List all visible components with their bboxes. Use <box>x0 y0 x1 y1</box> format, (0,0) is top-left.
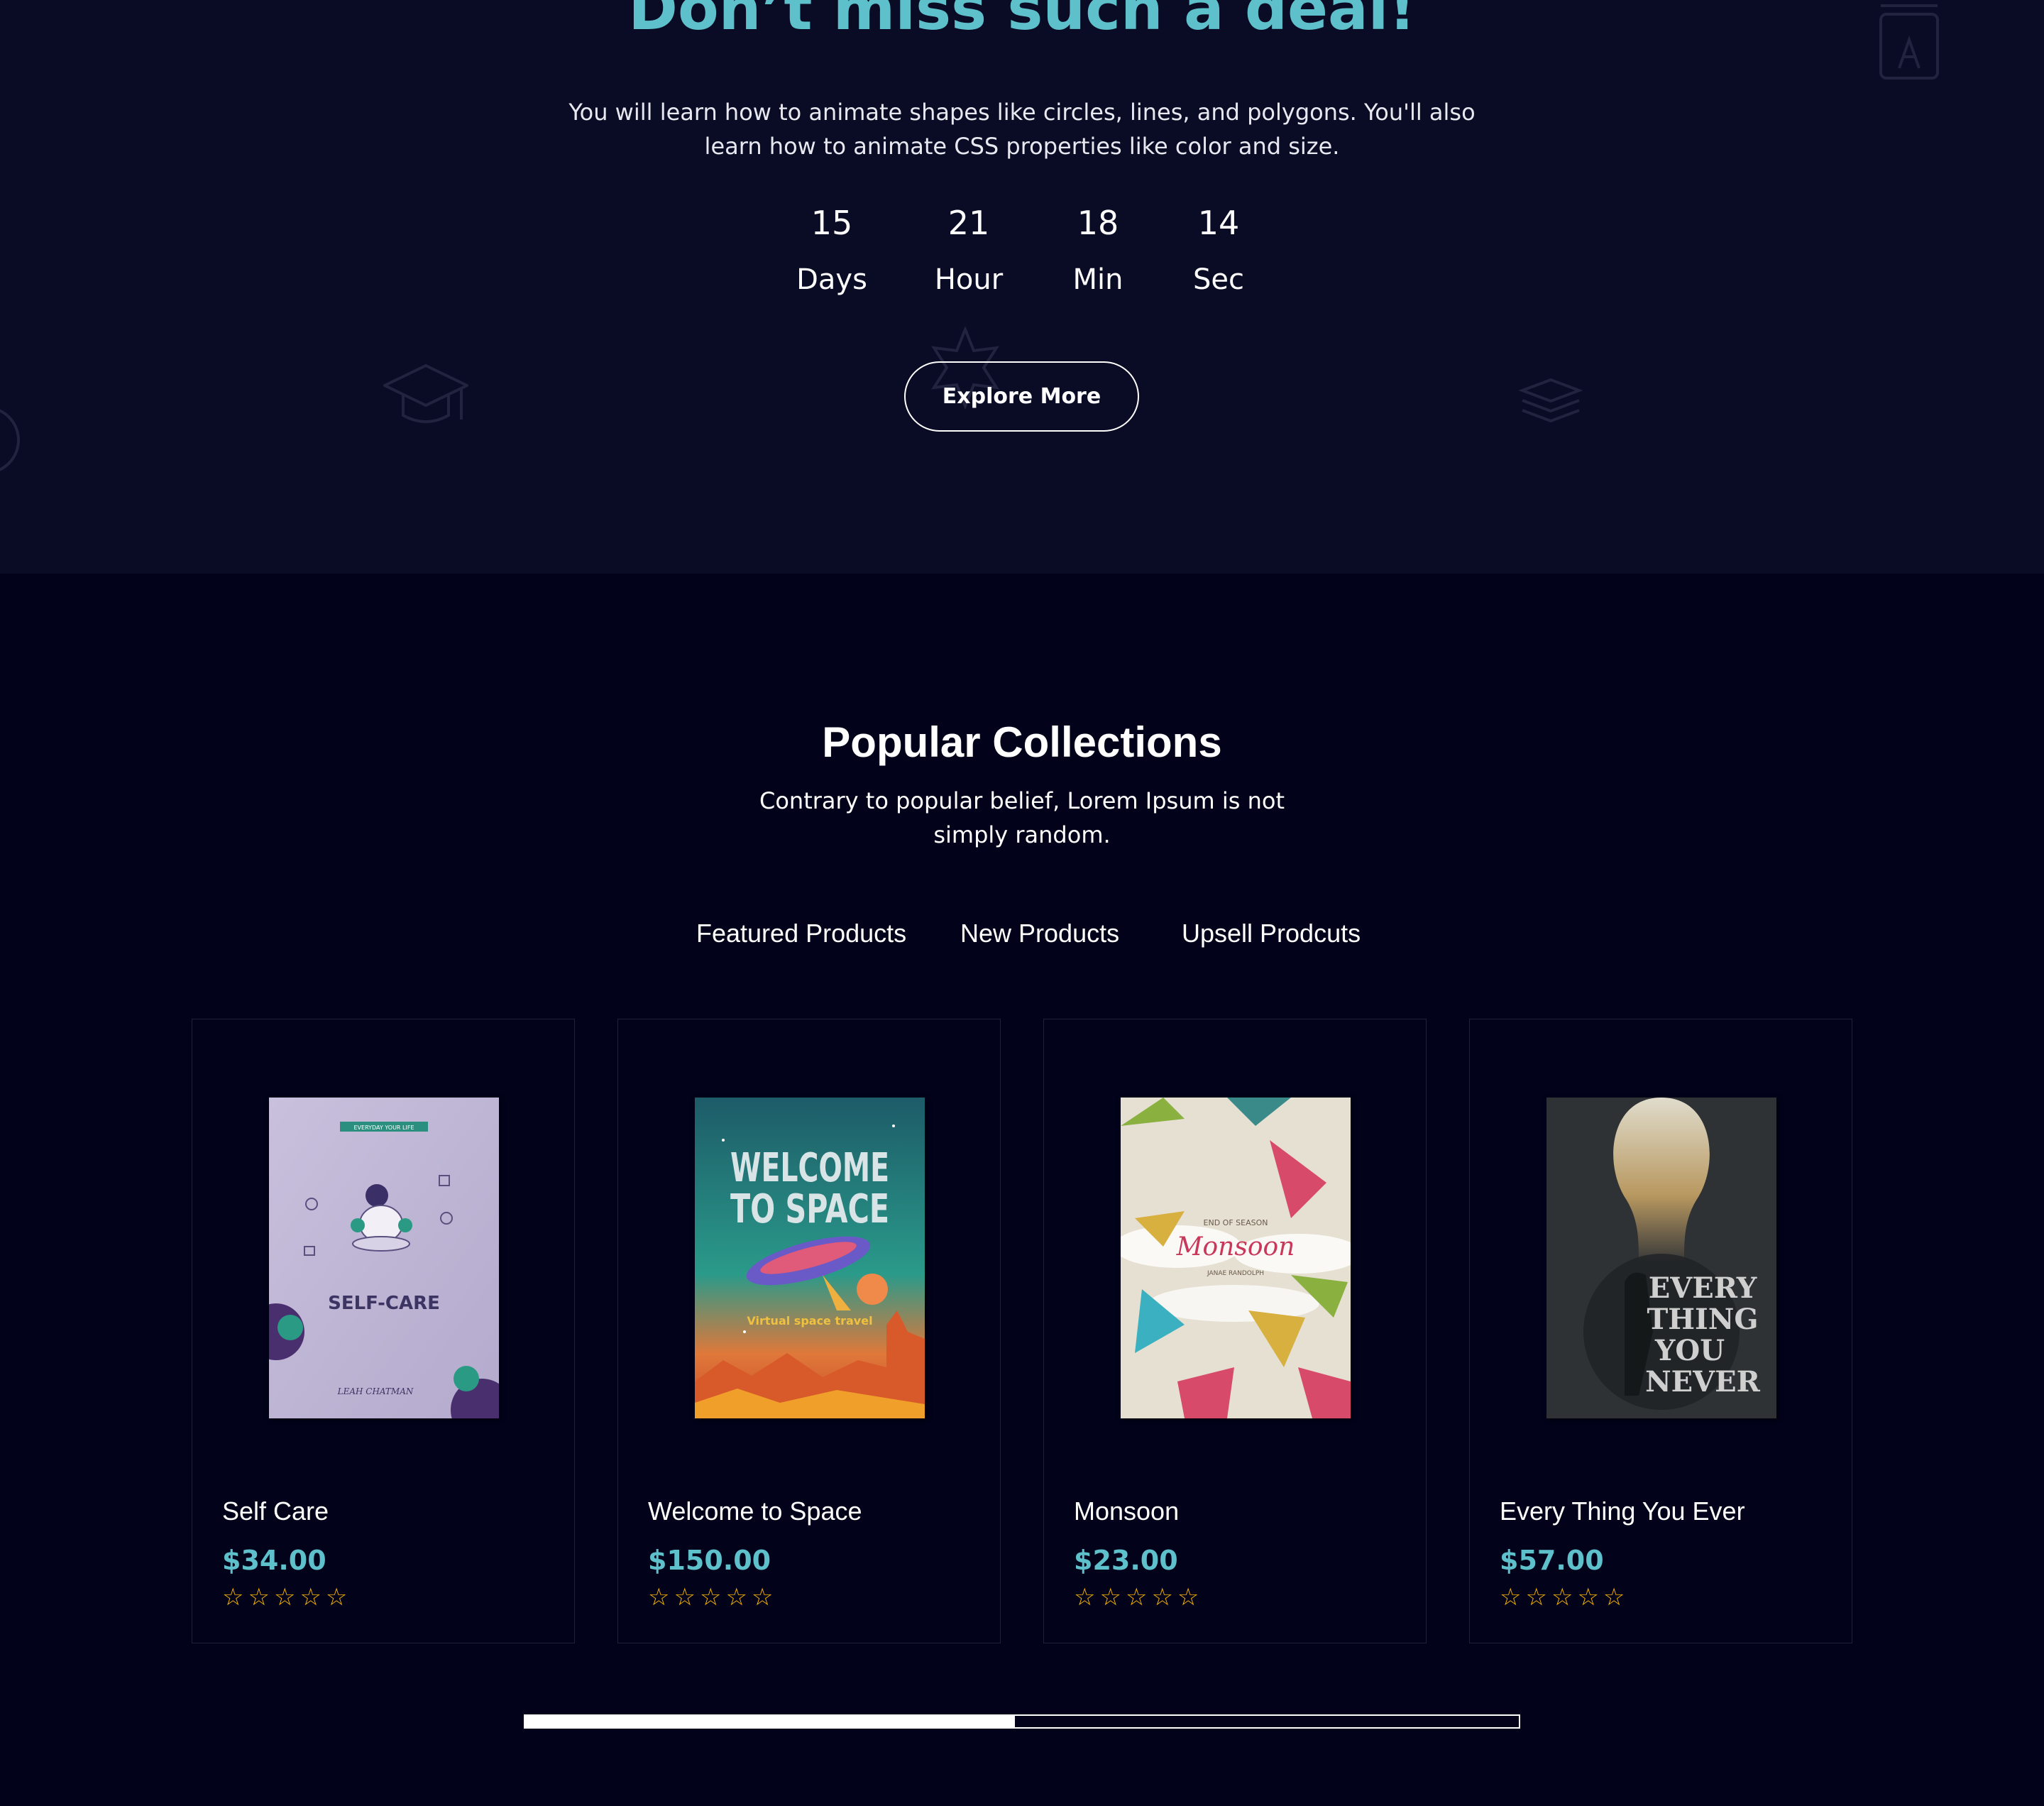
product-price: $150.00 <box>648 1545 771 1576</box>
product-price: $57.00 <box>1500 1545 1604 1576</box>
countdown-seconds: 14 Sec <box>1148 202 1290 301</box>
product-name[interactable]: Self Care <box>222 1494 329 1529</box>
books-stack-icon <box>1519 378 1583 423</box>
carousel-scrollbar[interactable] <box>524 1714 1520 1729</box>
product-card-welcome-to-space[interactable]: WELCOME TO SPACE Virtual space travel We… <box>617 1019 1001 1643</box>
deal-title: Don’t miss such a deal! <box>628 0 1416 43</box>
self-care-cover-title: SELF-CARE <box>328 1293 440 1314</box>
every-thing-cover-art: EVERY THING YOU NEVER <box>1546 1098 1776 1418</box>
welcome-to-space-cover-subtitle: Virtual space travel <box>747 1314 872 1328</box>
explore-more-button[interactable]: Explore More <box>904 361 1139 432</box>
countdown-days-value: 15 <box>811 204 853 242</box>
every-thing-cover-line1: EVERY <box>1649 1271 1757 1305</box>
product-rating-stars: ☆☆☆☆☆ <box>648 1583 778 1611</box>
product-tabs: Featured Products New Products Upsell Pr… <box>0 916 2044 951</box>
countdown-seconds-value: 14 <box>1197 204 1240 242</box>
self-care-cover-art: EVERYDAY YOUR LIFE SELF-CARE LEAH CHATMA… <box>269 1098 499 1418</box>
deal-section: Don’t miss such a deal! You will learn h… <box>0 0 2044 574</box>
countdown-days-label: Days <box>796 263 867 296</box>
product-card-every-thing-you-ever[interactable]: EVERY THING YOU NEVER Every Thing You Ev… <box>1469 1019 1852 1643</box>
welcome-to-space-cover-art: WELCOME TO SPACE Virtual space travel <box>695 1098 925 1418</box>
product-card-self-care[interactable]: EVERYDAY YOUR LIFE SELF-CARE LEAH CHATMA… <box>192 1019 575 1643</box>
countdown-hours-label: Hour <box>934 263 1004 296</box>
graduation-cap-icon <box>383 363 468 423</box>
monsoon-cover-title: Monsoon <box>1176 1232 1295 1262</box>
product-name[interactable]: Monsoon <box>1074 1494 1179 1529</box>
product-rating-stars: ☆☆☆☆☆ <box>1074 1583 1204 1611</box>
countdown-hours: 21 Hour <box>898 202 1040 301</box>
monsoon-cover-top: END OF SEASON <box>1204 1218 1268 1227</box>
welcome-to-space-cover-title-line1: WELCOME <box>730 1145 889 1191</box>
book-cover-image[interactable]: EVERYDAY YOUR LIFE SELF-CARE LEAH CHATMA… <box>269 1098 499 1418</box>
book-cover-image[interactable]: WELCOME TO SPACE Virtual space travel <box>695 1098 925 1418</box>
monsoon-cover-art: END OF SEASON Monsoon JANAE RANDOLPH <box>1121 1098 1351 1418</box>
tab-featured-products[interactable]: Featured Products <box>696 916 906 951</box>
tab-upsell-products[interactable]: Upsell Prodcuts <box>1182 916 1361 951</box>
product-rating-stars: ☆☆☆☆☆ <box>222 1583 352 1611</box>
monsoon-cover-author: JANAE RANDOLPH <box>1207 1270 1264 1277</box>
tab-new-products[interactable]: New Products <box>960 916 1119 951</box>
product-rating-stars: ☆☆☆☆☆ <box>1500 1583 1630 1611</box>
deal-description: You will learn how to animate shapes lik… <box>568 99 1476 160</box>
countdown-seconds-label: Sec <box>1193 263 1244 296</box>
welcome-to-space-cover-title-line2: TO SPACE <box>730 1186 889 1232</box>
self-care-cover-top: EVERYDAY YOUR LIFE <box>354 1124 414 1131</box>
product-card-monsoon[interactable]: END OF SEASON Monsoon JANAE RANDOLPH Mon… <box>1043 1019 1427 1643</box>
book-cover-image[interactable]: EVERY THING YOU NEVER <box>1546 1098 1776 1418</box>
circle-outline-icon <box>0 409 20 471</box>
countdown-hours-value: 21 <box>947 204 990 242</box>
countdown-timer: 15 Days 21 Hour 18 Min 14 Sec <box>0 202 2044 308</box>
book-cover-image[interactable]: END OF SEASON Monsoon JANAE RANDOLPH <box>1121 1098 1351 1418</box>
popular-title: Popular Collections <box>822 718 1222 766</box>
carousel-scrollbar-thumb[interactable] <box>525 1716 1016 1727</box>
self-care-cover-author: LEAH CHATMAN <box>337 1386 414 1396</box>
product-price: $34.00 <box>222 1545 326 1576</box>
product-name[interactable]: Every Thing You Ever <box>1500 1494 1745 1529</box>
every-thing-cover-line4: NEVER <box>1645 1365 1761 1399</box>
popular-description: Contrary to popular belief, Lorem Ipsum … <box>759 787 1285 848</box>
countdown-days: 15 Days <box>761 202 903 301</box>
every-thing-cover-line3: YOU <box>1654 1334 1725 1367</box>
every-thing-cover-line2: THING <box>1647 1303 1759 1336</box>
product-name[interactable]: Welcome to Space <box>648 1494 862 1529</box>
product-price: $23.00 <box>1074 1545 1178 1576</box>
